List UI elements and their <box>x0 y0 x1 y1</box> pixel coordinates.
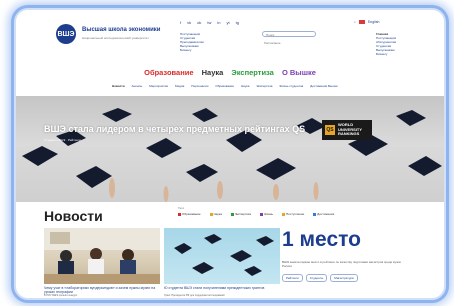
qs-logo-mark: QS <box>325 125 335 135</box>
sub-nav-item[interactable]: Персоналии <box>191 84 208 88</box>
news-card-title[interactable]: Ю студента ВШЭ стали получателями презид… <box>164 286 280 290</box>
highlight-description: ВШЭ заняла первое место в рейтинге по ка… <box>282 260 401 268</box>
news-section-title[interactable]: Новости <box>44 208 103 224</box>
tag-button[interactable]: Студенты <box>305 274 328 282</box>
flag-icon <box>358 20 365 25</box>
tag-button[interactable]: Магистратура <box>330 274 358 282</box>
hero-subtitle: Студенты ВШЭ · Рейтинги <box>44 138 81 142</box>
news-card-image[interactable] <box>164 228 280 284</box>
filter-chip[interactable]: Наука <box>209 212 222 216</box>
audience-links: Поступающим Студентам Преподавателям Вып… <box>180 32 204 52</box>
ok-icon[interactable]: ok <box>197 21 201 25</box>
audience-link[interactable]: Бизнесу <box>180 48 204 52</box>
sub-nav-item[interactable]: Новости <box>112 84 125 88</box>
filter-chip[interactable]: Экспертиза <box>230 212 251 216</box>
news-filters: Теги Образование Наука Экспертиза Жизнь … <box>178 206 334 216</box>
qs-rankings-badge: QS WORLD UNIVERSITY RANKINGS <box>322 120 372 140</box>
news-card-subtitle: В НИУ ВШЭ прошёл конкурс <box>44 294 78 297</box>
site-subtitle: Национальный исследовательский университ… <box>82 36 149 40</box>
hero-title[interactable]: ВШЭ стала лидером в четырех предметных р… <box>44 124 305 134</box>
sub-nav-item[interactable]: Наука <box>241 84 249 88</box>
youtube-icon[interactable]: yt <box>226 21 229 25</box>
highlight-value[interactable]: 1 место <box>282 228 361 252</box>
language-label[interactable]: English <box>368 20 379 24</box>
filter-chip[interactable]: Жизнь <box>259 212 273 216</box>
sub-nav-item[interactable]: Мероприятия <box>149 84 168 88</box>
qs-badge-line: RANKINGS <box>338 131 360 137</box>
quick-links: Главная Поступающим Абитуриентам Студент… <box>376 32 396 56</box>
filter-chip[interactable]: Достижения <box>313 212 334 216</box>
menu-item-expertise[interactable]: Экспертиза <box>231 68 273 77</box>
tag-button[interactable]: Рейтинги <box>282 274 303 282</box>
site-title[interactable]: Высшая школа экономики <box>82 27 161 33</box>
classroom-photo <box>44 228 160 284</box>
main-menu: Образование Наука Экспертиза О Вышке <box>16 68 444 77</box>
sub-nav-item[interactable]: Достижения Вышки <box>310 84 337 88</box>
menu-item-about[interactable]: О Вышке <box>282 68 316 77</box>
vk-icon[interactable]: vk <box>187 21 191 25</box>
telegram-icon[interactable]: tg <box>236 21 239 25</box>
site-header: ВШЭ Высшая школа экономики Национальный … <box>16 10 444 58</box>
schedule-link[interactable]: Расписание <box>264 41 281 45</box>
quick-link[interactable]: Бизнесу <box>376 52 396 56</box>
instagram-icon[interactable]: in <box>217 21 220 25</box>
search-input[interactable]: Поиск <box>262 31 316 37</box>
sub-nav-item[interactable]: Экспертиза <box>256 84 272 88</box>
social-links: f vk ok tw in yt tg <box>180 21 239 25</box>
sub-nav-item[interactable]: Образование <box>215 84 234 88</box>
sub-nav-item[interactable]: Медиа <box>175 84 184 88</box>
sub-nav-item[interactable]: Жизнь студентов <box>279 84 303 88</box>
filters-label: Теги <box>178 206 185 210</box>
search-icon[interactable]: ⌕ <box>354 20 356 24</box>
news-card-subtitle: Грант Президента РФ для поддержки исслед… <box>164 294 225 297</box>
filter-chip[interactable]: Образование <box>178 212 201 216</box>
twitter-icon[interactable]: tw <box>207 21 211 25</box>
highlight-tags: Рейтинги Студенты Магистратура <box>282 274 358 282</box>
sub-nav: Новости Анонсы Мероприятия Медиа Персона… <box>112 84 338 88</box>
sub-nav-item[interactable]: Анонсы <box>132 84 143 88</box>
graduation-caps-illustration <box>22 108 442 202</box>
facebook-icon[interactable]: f <box>180 21 181 25</box>
menu-item-education[interactable]: Образование <box>144 68 193 77</box>
hse-logo[interactable]: ВШЭ <box>56 24 76 44</box>
filter-chip[interactable]: Поступление <box>282 212 304 216</box>
menu-item-science[interactable]: Наука <box>202 68 224 77</box>
news-card-title[interactable]: Чему учат в «лабораториях вундеркиндов» … <box>44 286 160 294</box>
language-switch[interactable]: ⌕ English <box>354 20 379 25</box>
caps-photo <box>174 234 274 276</box>
browser-frame: ВШЭ Высшая школа экономики Национальный … <box>14 8 446 300</box>
news-card-image[interactable] <box>44 228 160 284</box>
hero-banner[interactable]: ВШЭ стала лидером в четырех предметных р… <box>16 96 444 202</box>
